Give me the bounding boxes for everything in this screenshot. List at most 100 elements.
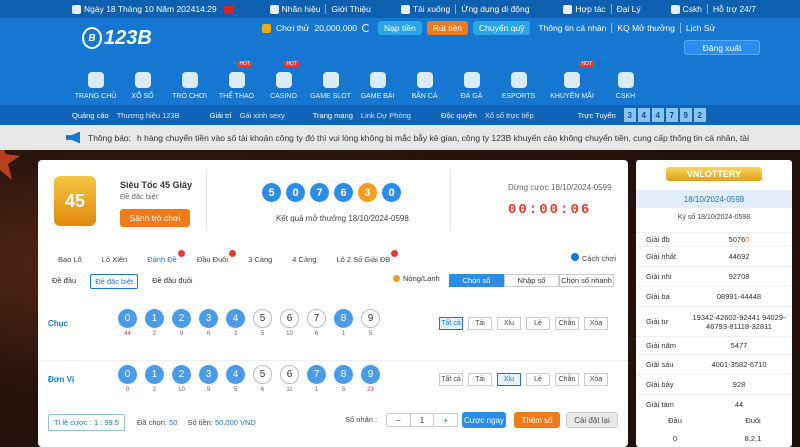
- download-link[interactable]: Tải xuống: [400, 4, 450, 14]
- number-ball[interactable]: 9: [361, 365, 380, 384]
- lobby-button[interactable]: Sảnh trò chơi: [120, 209, 190, 227]
- logout-button[interactable]: Đăng xuất: [684, 40, 760, 55]
- add-number-button[interactable]: Thêm số: [514, 412, 560, 428]
- number-stat: 2: [152, 331, 157, 337]
- tab-4[interactable]: 3 Càng: [238, 250, 282, 268]
- brand-link[interactable]: Nhãn hiệu: [269, 4, 320, 14]
- number-ball[interactable]: 0: [118, 365, 137, 384]
- number-ball[interactable]: 6: [280, 309, 299, 328]
- quick-5[interactable]: Xóa: [584, 373, 608, 386]
- nav-item-3[interactable]: THỂ THAO HOT: [213, 60, 260, 105]
- number-ball[interactable]: 1: [145, 365, 164, 384]
- howto-link[interactable]: Cách chơi: [570, 253, 616, 263]
- multiplier-input[interactable]: 1: [411, 414, 434, 426]
- number-ball[interactable]: 1: [145, 309, 164, 328]
- withdraw-button[interactable]: Rút tiền: [426, 21, 468, 35]
- hot-cold-toggle[interactable]: Nóng/Lạnh: [393, 274, 440, 283]
- nav-item-6[interactable]: GAME BÀI: [354, 60, 401, 105]
- main-link[interactable]: Link Dự Phòng: [361, 111, 411, 120]
- quick-3[interactable]: Lẻ: [526, 317, 550, 330]
- increase-button[interactable]: +: [433, 414, 457, 426]
- prize-number: 19342-42602-92441 94029-46793-81118-3281…: [692, 312, 786, 331]
- tab-0[interactable]: Bao Lô: [48, 250, 92, 268]
- partner-link[interactable]: Hợp tác: [563, 4, 606, 14]
- tab-3[interactable]: Đầu Đuôi: [187, 250, 238, 268]
- nav-item-4[interactable]: CASINO HOT: [260, 60, 307, 105]
- nav-item-11[interactable]: CSKH: [602, 60, 649, 105]
- mode-option-1[interactable]: Nhập số: [504, 274, 559, 287]
- number-ball[interactable]: 8: [334, 365, 353, 384]
- quick-5[interactable]: Xóa: [584, 317, 608, 330]
- nav-item-2[interactable]: TRÒ CHƠI: [166, 60, 213, 105]
- nav-item-7[interactable]: BẮN CÁ: [401, 60, 448, 105]
- tab-label: Đầu Đuôi: [196, 254, 229, 264]
- support-text[interactable]: Hỗ trợ 24/7: [713, 4, 756, 14]
- tab-6[interactable]: Lô 2 Số Giải ĐB: [326, 250, 400, 268]
- number-ball[interactable]: 5: [253, 365, 272, 384]
- app-link[interactable]: Ứng dụng di động: [461, 4, 529, 14]
- quick-1[interactable]: Tài: [468, 373, 492, 386]
- logo-mark-icon: B: [82, 27, 102, 49]
- nav-item-5[interactable]: GAME SLOT: [307, 60, 354, 105]
- nav-item-8[interactable]: ĐÁ GÀ: [448, 60, 495, 105]
- ent-link[interactable]: Gái xinh sexy: [240, 111, 285, 120]
- prize-label: Giải đb: [646, 235, 670, 244]
- ads-link[interactable]: Thương hiệu 123B: [117, 111, 180, 120]
- number-ball[interactable]: 3: [199, 365, 218, 384]
- number-stat: 0: [206, 331, 211, 337]
- quick-0[interactable]: Tất cả: [439, 317, 463, 330]
- nav-icon-9: [510, 72, 527, 88]
- subtab-2[interactable]: Đề đầu đuôi: [148, 274, 196, 289]
- prize-value: 44692: [686, 247, 792, 266]
- quick-0[interactable]: Tất cả: [439, 373, 463, 386]
- transfer-button[interactable]: Chuyển quỹ: [472, 21, 531, 35]
- number-ball[interactable]: 3: [199, 309, 218, 328]
- tab-5[interactable]: 4 Càng: [282, 250, 326, 268]
- number-ball[interactable]: 7: [307, 309, 326, 328]
- number-ball[interactable]: 7: [307, 365, 326, 384]
- site-logo[interactable]: B 123B: [82, 24, 192, 52]
- number-ball[interactable]: 9: [361, 309, 380, 328]
- profile-link[interactable]: Thông tin cá nhân: [538, 23, 606, 33]
- top-bar: Ngày 18 Tháng 10 Năm 202414:29 Nhãn hiệu…: [0, 0, 800, 18]
- agent-link[interactable]: Đại Lý: [617, 4, 641, 14]
- number-ball[interactable]: 4: [226, 365, 245, 384]
- number-ball[interactable]: 4: [226, 309, 245, 328]
- number-ball[interactable]: 0: [118, 309, 137, 328]
- quick-2[interactable]: Xỉu: [497, 317, 521, 330]
- draw-date-select[interactable]: 18/10/2024-0598: [636, 190, 792, 208]
- number-ball[interactable]: 8: [334, 309, 353, 328]
- nav-item-0[interactable]: TRANG CHỦ: [72, 60, 119, 105]
- number-stat: 5: [368, 331, 373, 337]
- quick-3[interactable]: Lẻ: [526, 373, 550, 386]
- mode-option-2[interactable]: Chọn số nhanh: [559, 274, 614, 287]
- nav-item-1[interactable]: XỔ SỐ: [119, 60, 166, 105]
- tab-2[interactable]: Đánh Đề: [137, 250, 187, 268]
- results-link[interactable]: KQ Mở thưởng: [617, 23, 674, 33]
- subtab-0[interactable]: Đề đầu: [48, 274, 80, 289]
- reset-button[interactable]: Cài đặt lại: [566, 412, 618, 428]
- timer-digit: 6: [580, 202, 590, 218]
- support-link[interactable]: Cskh: [670, 4, 702, 14]
- number-ball[interactable]: 2: [172, 365, 191, 384]
- history-link[interactable]: Lịch Sử: [686, 23, 715, 33]
- quick-1[interactable]: Tài: [468, 317, 492, 330]
- intro-link[interactable]: Giới Thiệu: [331, 4, 370, 14]
- number-ball[interactable]: 5: [253, 309, 272, 328]
- header: B 123B Chơi thử 20,000,000 Nạp tiền Rút t…: [0, 18, 800, 60]
- subtab-1[interactable]: Đề đặc biệt: [90, 274, 139, 289]
- quick-2[interactable]: Xỉu: [497, 373, 521, 386]
- quick-4[interactable]: Chẵn: [555, 373, 579, 386]
- deposit-button[interactable]: Nạp tiền: [378, 21, 422, 35]
- bet-now-button[interactable]: Cược ngay: [462, 412, 506, 428]
- refresh-icon[interactable]: [362, 24, 371, 32]
- excl-link[interactable]: Xổ số trực tiếp: [485, 111, 534, 120]
- number-ball[interactable]: 6: [280, 365, 299, 384]
- nav-item-10[interactable]: KHUYẾN MÃI HOT: [542, 60, 602, 105]
- number-ball[interactable]: 2: [172, 309, 191, 328]
- quick-4[interactable]: Chẵn: [555, 317, 579, 330]
- nav-item-9[interactable]: ESPORTS: [495, 60, 542, 105]
- mode-option-0[interactable]: Chọn số: [449, 274, 504, 287]
- decrease-button[interactable]: −: [387, 414, 411, 426]
- tab-1[interactable]: Lô Xiên: [92, 250, 137, 268]
